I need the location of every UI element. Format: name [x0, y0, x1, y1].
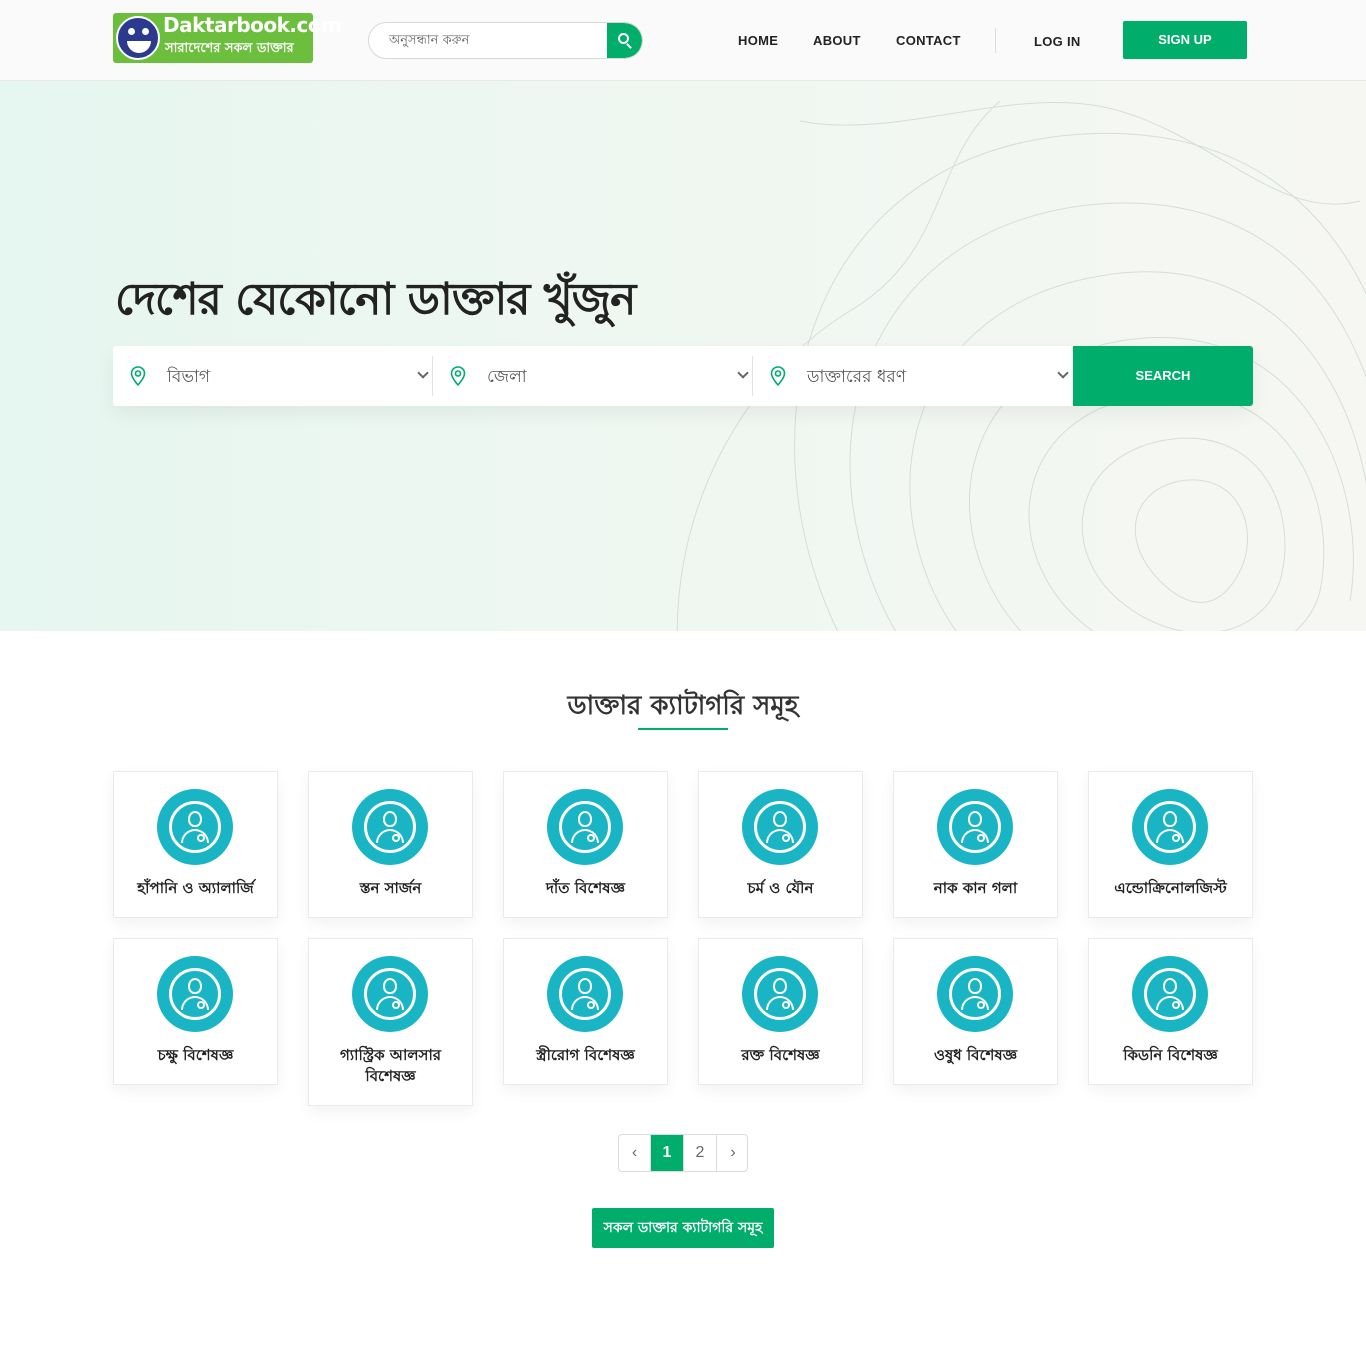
- category-card[interactable]: রক্ত বিশেষজ্ঞ: [698, 938, 863, 1085]
- category-card[interactable]: চর্ম ও যৌন: [698, 771, 863, 918]
- category-name: স্ত্রীরোগ বিশেষজ্ঞ: [536, 1046, 635, 1064]
- category-card[interactable]: স্তন সার্জন: [308, 771, 473, 918]
- category-name: চর্ম ও যৌন: [747, 879, 814, 897]
- site-header: Daktarbook.com সারাদেশের সকল ডাক্তার HOM…: [0, 0, 1366, 81]
- doctor-icon: [157, 789, 233, 865]
- hero-title: দেশের যেকোনো ডাক্তার খুঁজুন: [115, 274, 636, 325]
- category-card[interactable]: কিডনি বিশেষজ্ঞ: [1088, 938, 1253, 1085]
- category-name: নাক কান গলা: [933, 879, 1018, 897]
- filter-search-button[interactable]: SEARCH: [1073, 346, 1253, 406]
- category-card[interactable]: চক্ষু বিশেষজ্ঞ: [113, 938, 278, 1085]
- header-search: [368, 22, 643, 59]
- nav-home[interactable]: HOME: [738, 33, 778, 48]
- filter-bar: বিভাগ জেলা ডাক্তারের ধরণ SEARCH: [113, 346, 1253, 406]
- category-card[interactable]: স্ত্রীরোগ বিশেষজ্ঞ: [503, 938, 668, 1085]
- signup-button[interactable]: SIGN UP: [1123, 21, 1247, 59]
- location-pin-icon: [770, 366, 786, 386]
- category-name: চক্ষু বিশেষজ্ঞ: [157, 1046, 234, 1064]
- district-select[interactable]: জেলা: [433, 346, 753, 406]
- doctor-icon: [937, 789, 1013, 865]
- doctor-icon: [742, 789, 818, 865]
- all-categories-button[interactable]: সকল ডাক্তার ক্যাটাগরি সমূহ: [592, 1208, 774, 1248]
- doctor-type-label: ডাক্তারের ধরণ: [807, 367, 906, 387]
- logo-brand: Daktarbook.com: [163, 13, 342, 37]
- doctor-type-select[interactable]: ডাক্তারের ধরণ: [753, 346, 1073, 406]
- location-pin-icon: [130, 366, 146, 386]
- nav-divider: [995, 28, 996, 53]
- doctor-icon: [352, 956, 428, 1032]
- doctor-icon: [742, 956, 818, 1032]
- pagination-next[interactable]: ›: [717, 1135, 747, 1171]
- category-name: দাঁত বিশেষজ্ঞ: [546, 879, 625, 897]
- doctor-icon: [1132, 956, 1208, 1032]
- chevron-down-icon: [737, 367, 749, 379]
- search-button[interactable]: [607, 23, 642, 58]
- title-underline: [638, 728, 728, 730]
- category-name: ওষুধ বিশেষজ্ঞ: [933, 1046, 1018, 1064]
- category-card[interactable]: এন্ডোক্রিনোলজিস্ট: [1088, 771, 1253, 918]
- logo-tagline: সারাদেশের সকল ডাক্তার: [165, 41, 294, 56]
- category-card[interactable]: হাঁপানি ও অ্যালার্জি: [113, 771, 278, 918]
- category-card[interactable]: নাক কান গলা: [893, 771, 1058, 918]
- logo-face-icon: [116, 16, 160, 60]
- category-name: হাঁপানি ও অ্যালার্জি: [137, 879, 254, 897]
- pagination-page-2[interactable]: 2: [684, 1135, 717, 1171]
- category-card[interactable]: দাঁত বিশেষজ্ঞ: [503, 771, 668, 918]
- category-name: এন্ডোক্রিনোলজিস্ট: [1114, 879, 1227, 897]
- chevron-down-icon: [1057, 367, 1069, 379]
- doctor-icon: [547, 789, 623, 865]
- login-link[interactable]: LOG IN: [1034, 34, 1081, 49]
- pagination-prev[interactable]: ‹: [619, 1135, 651, 1171]
- categories-title: ডাক্তার ক্যাটাগরি সমূহ: [567, 691, 799, 721]
- hero-section: দেশের যেকোনো ডাক্তার খুঁজুন বিভাগ জেলা ড…: [0, 81, 1366, 631]
- doctor-icon: [352, 789, 428, 865]
- doctor-icon: [157, 956, 233, 1032]
- category-card[interactable]: ওষুধ বিশেষজ্ঞ: [893, 938, 1058, 1085]
- category-name: স্তন সার্জন: [359, 879, 422, 897]
- search-input[interactable]: [369, 23, 609, 58]
- nav-about[interactable]: ABOUT: [813, 33, 861, 48]
- category-name: রক্ত বিশেষজ্ঞ: [741, 1046, 820, 1064]
- chevron-down-icon: [417, 367, 429, 379]
- site-logo[interactable]: Daktarbook.com সারাদেশের সকল ডাক্তার: [113, 13, 342, 63]
- doctor-icon: [547, 956, 623, 1032]
- location-pin-icon: [450, 366, 466, 386]
- doctor-icon: [937, 956, 1013, 1032]
- category-name: গ্যাস্ট্রিক আলসার বিশেষজ্ঞ: [339, 1046, 442, 1085]
- pagination-page-1[interactable]: 1: [651, 1135, 684, 1171]
- doctor-icon: [1132, 789, 1208, 865]
- nav-contact[interactable]: CONTACT: [896, 33, 961, 48]
- division-label: বিভাগ: [167, 367, 211, 387]
- pagination: ‹ 1 2 ›: [618, 1134, 748, 1172]
- district-label: জেলা: [487, 367, 527, 387]
- category-card[interactable]: গ্যাস্ট্রিক আলসার বিশেষজ্ঞ: [308, 938, 473, 1106]
- category-name: কিডনি বিশেষজ্ঞ: [1123, 1046, 1218, 1064]
- division-select[interactable]: বিভাগ: [113, 346, 433, 406]
